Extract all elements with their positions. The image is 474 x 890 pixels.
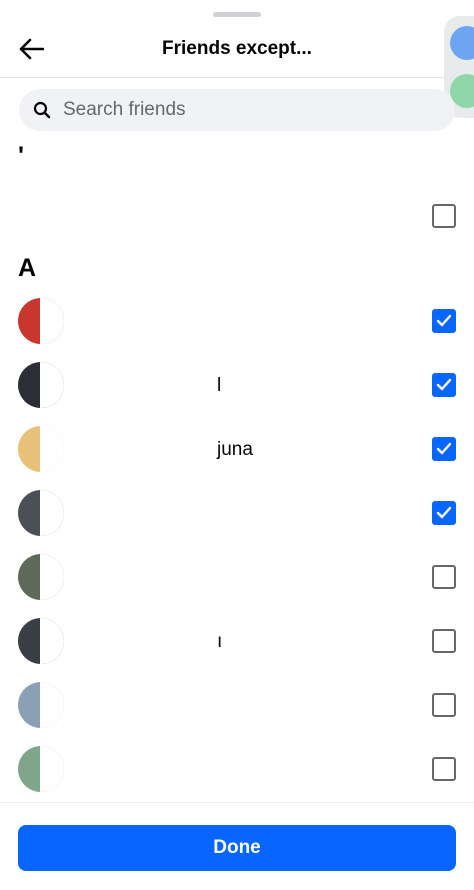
friend-checkbox[interactable] — [432, 757, 456, 781]
check-icon — [436, 314, 452, 327]
search-icon — [33, 101, 51, 119]
friend-name: ı — [217, 631, 223, 652]
friend-checkbox[interactable] — [432, 629, 456, 653]
footer: Done — [0, 802, 474, 890]
friend-name: l — [217, 375, 222, 396]
check-icon — [436, 378, 452, 391]
sheet-grabber[interactable] — [213, 12, 261, 17]
avatar — [18, 426, 64, 472]
check-icon — [436, 442, 452, 455]
avatar — [18, 746, 64, 792]
avatar — [18, 618, 64, 664]
friend-checkbox[interactable] — [432, 693, 456, 717]
friend-row[interactable] — [0, 545, 474, 609]
friend-checkbox[interactable] — [432, 501, 456, 525]
friend-checkbox[interactable] — [432, 437, 456, 461]
section-header: A — [18, 254, 37, 282]
friend-row[interactable] — [0, 673, 474, 737]
friends-list[interactable]: ' A l juna ı — [0, 140, 474, 802]
friend-row[interactable] — [0, 289, 474, 353]
friend-checkbox[interactable] — [432, 309, 456, 333]
friend-checkbox[interactable] — [432, 565, 456, 589]
friend-row[interactable]: juna — [0, 417, 474, 481]
avatar — [18, 298, 64, 344]
chat-head-avatar[interactable] — [450, 26, 474, 60]
section-header: ' — [18, 142, 24, 170]
done-button[interactable]: Done — [18, 825, 456, 871]
avatar — [18, 490, 64, 536]
friend-checkbox[interactable] — [432, 373, 456, 397]
avatar — [18, 554, 64, 600]
friend-checkbox[interactable] — [432, 204, 456, 228]
avatar — [18, 362, 64, 408]
check-icon — [436, 506, 452, 519]
avatar — [18, 682, 64, 728]
friend-row[interactable]: l — [0, 353, 474, 417]
header: Friends except... — [0, 24, 474, 78]
search-input[interactable] — [63, 99, 423, 121]
friend-name: juna — [217, 439, 253, 460]
friend-row[interactable] — [0, 481, 474, 545]
friend-row[interactable] — [0, 737, 474, 801]
friend-row[interactable] — [0, 184, 474, 248]
search-bar[interactable] — [19, 89, 455, 131]
friend-row[interactable]: ı — [0, 609, 474, 673]
page-title: Friends except... — [162, 38, 312, 59]
